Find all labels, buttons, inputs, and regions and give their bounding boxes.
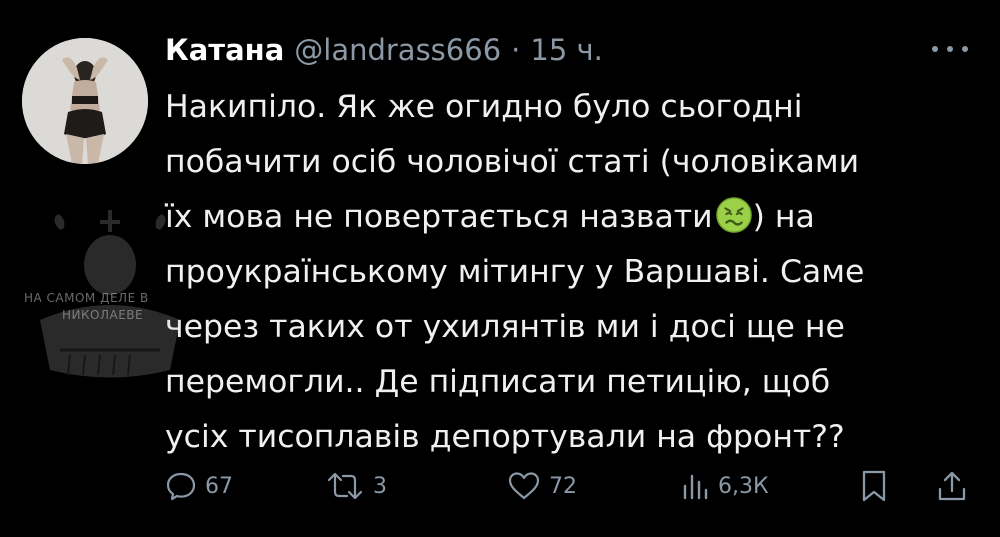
timestamp[interactable]: 15 ч. [530, 33, 602, 67]
repost-icon [327, 472, 363, 500]
heart-icon [508, 472, 540, 500]
tweet-line: перемогли.. Де підписати петицію, щоб [165, 364, 831, 400]
avatar[interactable] [22, 38, 148, 164]
tweet-header: Катана @landrass666 · 15 ч. [165, 30, 603, 70]
display-name[interactable]: Катана [165, 33, 284, 67]
bookmark-button[interactable] [860, 466, 888, 506]
share-icon [938, 471, 966, 501]
like-count: 72 [549, 473, 577, 499]
views-icon [683, 474, 708, 500]
tweet-line-part: їх мова не повертається назвати [165, 199, 713, 235]
bookmark-icon [862, 470, 886, 502]
more-options-icon[interactable] [932, 34, 968, 64]
reply-icon [166, 472, 196, 501]
separator: · [511, 33, 521, 67]
tweet-line-part: ) на [752, 199, 815, 235]
tweet-line: Накипіло. Як же огидно було сьогодні [165, 89, 803, 125]
tweet-text: Накипіло. Як же огидно було сьогодні поб… [165, 80, 985, 465]
tweet-line: через таких от ухилянтів ми і досі ще не [165, 309, 845, 345]
tweet-line: побачити осіб чоловічої статі (чоловікам… [165, 144, 860, 180]
like-button[interactable]: 72 [507, 466, 577, 506]
tweet-line: їх мова не повертається назвати ) на [165, 190, 985, 245]
reply-count: 67 [205, 473, 233, 499]
repost-button[interactable]: 3 [325, 466, 387, 506]
repost-count: 3 [373, 473, 387, 499]
views-count: 6,3К [718, 473, 769, 499]
share-button[interactable] [937, 466, 967, 506]
user-handle[interactable]: @landrass666 [294, 33, 501, 67]
tweet-actions: 67 3 72 6,3К [165, 466, 975, 506]
watermark-line: НА САМОМ ДЕЛЕ В [24, 291, 149, 305]
avatar-photo [22, 38, 148, 164]
watermark-line: НИКОЛАЕВЕ [62, 308, 144, 322]
nauseated-face-icon [715, 196, 753, 234]
tweet-line: усіх тисоплавів депортували на фронт?? [165, 419, 845, 455]
tweet: Катана @landrass666 · 15 ч. Накипіло. Як… [0, 0, 1000, 537]
tweet-line: проукраїнському мітингу у Варшаві. Саме [165, 254, 865, 290]
reply-button[interactable]: 67 [165, 466, 233, 506]
watermark-text: НА САМОМ ДЕЛЕ В НИКОЛАЕВЕ [24, 290, 204, 324]
views-button[interactable]: 6,3К [680, 466, 769, 506]
